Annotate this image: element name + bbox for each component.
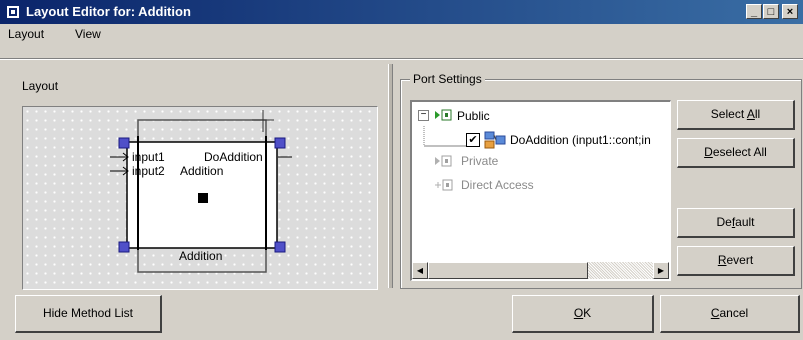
ok-label: OK <box>573 306 592 320</box>
minimize-button[interactable]: _ <box>746 4 762 19</box>
cancel-label: Cancel <box>710 306 749 320</box>
tree-horizontal-scrollbar[interactable]: ◀ ▶ <box>412 262 669 279</box>
app-icon <box>7 6 19 18</box>
deselect-all-button[interactable]: Deselect All <box>677 138 795 168</box>
menu-separator <box>0 58 803 60</box>
input2-arrow <box>110 166 129 176</box>
panel-splitter[interactable] <box>388 64 393 288</box>
port-input1-label: input1 <box>132 150 165 164</box>
menu-view[interactable]: View <box>75 27 101 41</box>
direct-access-port-icon <box>435 179 453 191</box>
block-center-marker <box>198 193 208 203</box>
private-port-icon <box>435 155 452 167</box>
resize-handle <box>274 241 286 253</box>
scroll-left-button[interactable]: ◀ <box>412 262 428 279</box>
default-label: Default <box>716 215 755 229</box>
tree-direct-access-label[interactable]: Direct Access <box>461 178 534 192</box>
menu-bar: Layout View <box>0 24 803 44</box>
block-caption: Addition <box>179 249 223 263</box>
port-output-label: DoAddition <box>204 150 263 164</box>
select-all-button[interactable]: Select All <box>677 100 795 130</box>
scrollbar-thumb[interactable] <box>428 262 588 279</box>
public-port-icon <box>435 109 452 121</box>
close-button[interactable]: × <box>782 4 798 19</box>
title-bar[interactable]: Layout Editor for: Addition _ □ × <box>0 0 803 24</box>
tree-expander[interactable]: − <box>418 110 429 121</box>
default-button[interactable]: Default <box>677 208 795 238</box>
layout-editor-window: Layout Editor for: Addition _ □ × Layout… <box>0 0 803 340</box>
resize-handle <box>118 137 130 149</box>
crosshair-cursor <box>252 110 274 132</box>
resize-handle <box>274 137 286 149</box>
scroll-right-button[interactable]: ▶ <box>653 262 669 279</box>
method-checkbox[interactable]: ✔ <box>466 133 480 147</box>
window-title: Layout Editor for: Addition <box>26 4 191 19</box>
tree-private-label[interactable]: Private <box>461 154 498 168</box>
resize-handle <box>118 241 130 253</box>
revert-button[interactable]: Revert <box>677 246 795 276</box>
port-settings-label: Port Settings <box>410 72 485 86</box>
tree-method-label[interactable]: DoAddition (input1::cont;in <box>510 133 668 147</box>
method-icon <box>484 131 506 149</box>
maximize-button[interactable]: □ <box>763 4 779 19</box>
hide-method-list-button[interactable]: Hide Method List <box>15 295 162 333</box>
deselect-all-label: Deselect All <box>704 145 767 159</box>
input1-arrow <box>110 152 129 162</box>
revert-label: Revert <box>717 253 754 267</box>
select-all-label: Select All <box>710 107 761 121</box>
ok-button[interactable]: OK <box>512 295 654 333</box>
menu-layout[interactable]: Layout <box>8 27 44 41</box>
cancel-button[interactable]: Cancel <box>660 295 800 333</box>
layout-label: Layout <box>22 79 59 93</box>
hide-method-list-label: Hide Method List <box>42 306 134 320</box>
block-inner-name: Addition <box>180 164 224 178</box>
tree-public-label[interactable]: Public <box>457 109 490 123</box>
port-input2-label: input2 <box>132 164 165 178</box>
